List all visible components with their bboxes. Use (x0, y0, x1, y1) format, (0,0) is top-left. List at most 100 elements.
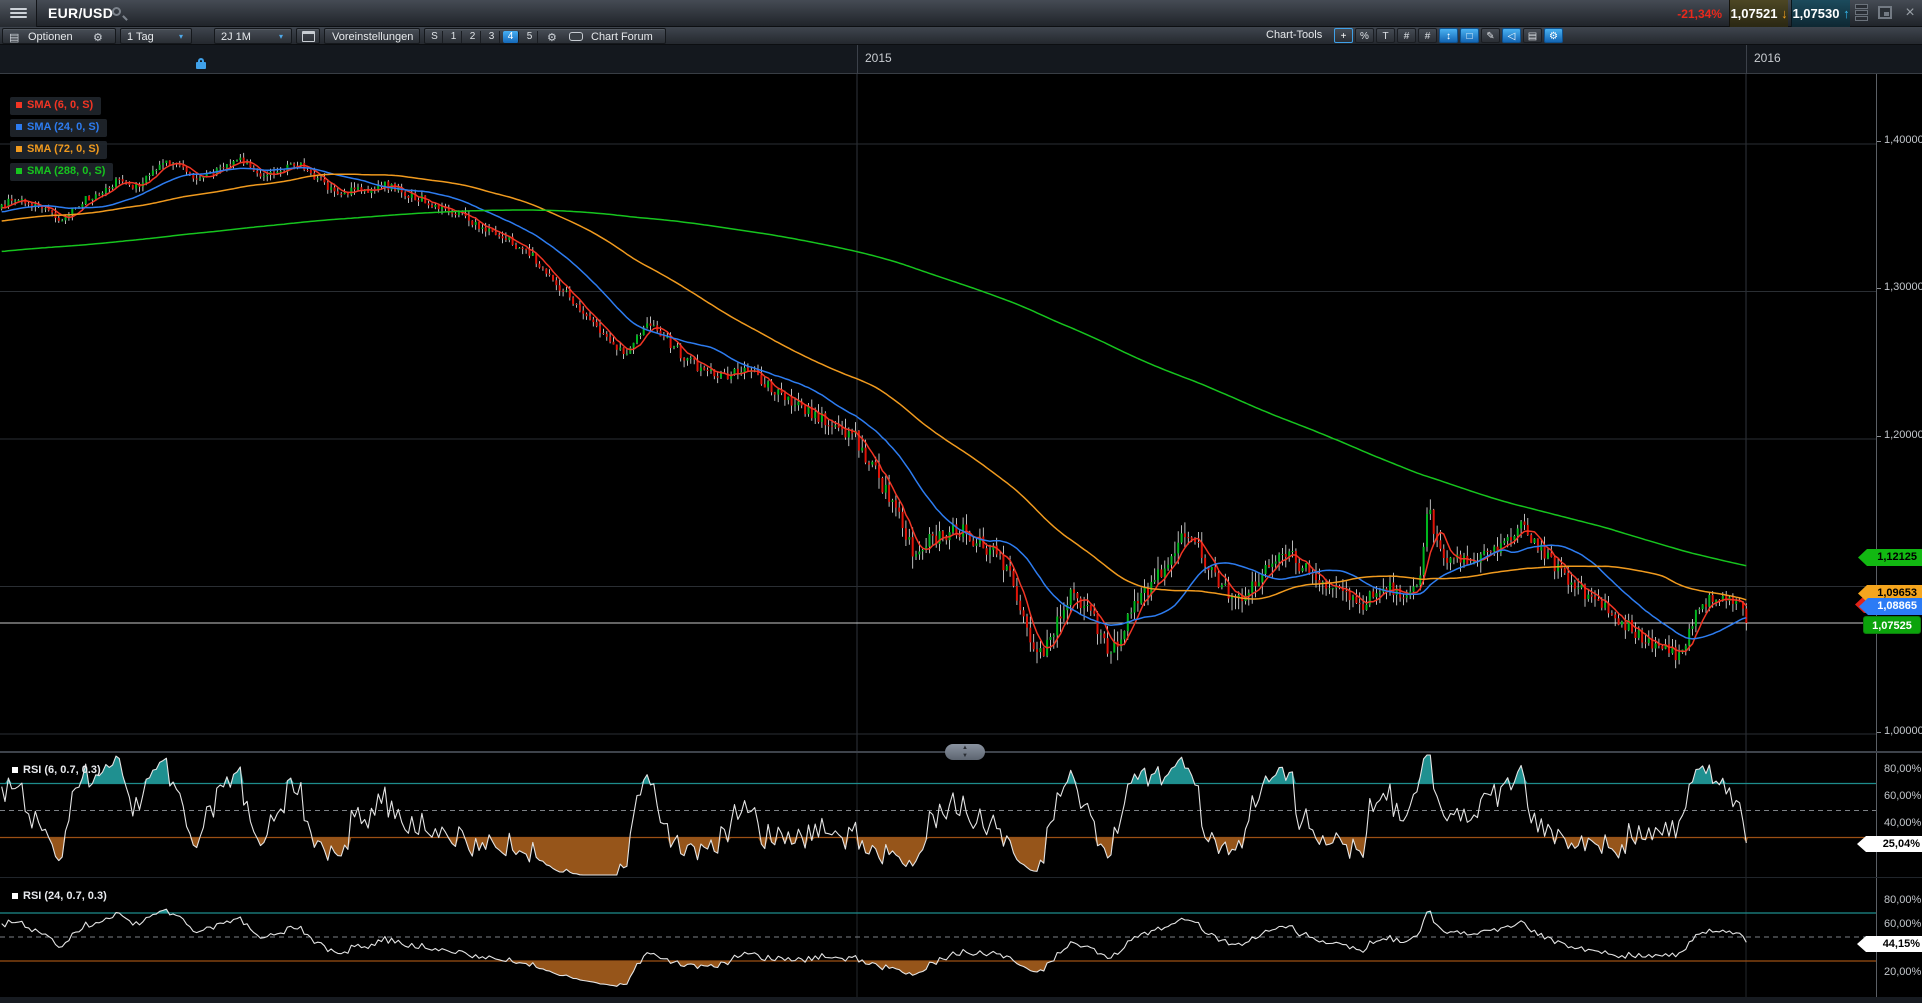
grid-edit-icon[interactable]: # (1418, 28, 1437, 43)
range-value: 2J 1M (221, 31, 251, 43)
legend-sma72[interactable]: SMA (72, 0, S) (10, 141, 107, 159)
gear-icon[interactable]: ⚙ (547, 31, 557, 44)
chart-tools-label: Chart-Tools (1266, 29, 1322, 41)
presets-button[interactable]: Voreinstellungen (324, 28, 420, 44)
rsi2-tick-80: 80,00% (1884, 894, 1921, 906)
buy-price: 1,07530 (1792, 6, 1839, 21)
sma288-swatch (16, 168, 22, 174)
layout-group: S 1 2 3 4 5 ⚙ Chart Forum (424, 28, 666, 44)
panel-list-icon[interactable]: ▤ (9, 31, 19, 44)
year-label-2015: 2015 (865, 51, 892, 65)
change-percent: -21,34% (1656, 7, 1722, 21)
price-label-130: 1,30000 (1884, 281, 1922, 293)
year-gridline (1746, 45, 1747, 74)
window-list-icon[interactable] (1855, 4, 1868, 23)
bottom-edge (0, 997, 1922, 1003)
percent-scale-icon[interactable]: % (1355, 28, 1374, 43)
sma24-price-tag: 1,08865 (1859, 598, 1922, 615)
hamburger-menu-button[interactable] (0, 0, 37, 27)
rsi2-tick-20: 20,00% (1884, 966, 1921, 978)
axis-tick (1877, 141, 1881, 142)
rsi1-swatch (12, 767, 18, 773)
year-gridline (857, 45, 858, 74)
price-label-100: 1,00000 (1884, 725, 1922, 737)
grid-icon[interactable]: # (1397, 28, 1416, 43)
buy-price-button[interactable]: 1,07530 ↑ (1791, 0, 1850, 27)
layout-1-button[interactable]: 1 (446, 31, 462, 43)
legend-sma6[interactable]: SMA (6, 0, S) (10, 97, 101, 115)
instrument-title: EUR/USD (48, 5, 113, 21)
close-button[interactable]: × (1901, 2, 1919, 24)
print-icon[interactable]: ▤ (1523, 28, 1542, 43)
rsi1-tick-40: 40,00% (1884, 817, 1921, 829)
rsi2-value-tag: 44,15% (1857, 936, 1922, 952)
chevron-down-icon: ▾ (179, 32, 183, 41)
candlestick-chart[interactable] (0, 74, 1922, 752)
rsi-6-panel[interactable] (0, 752, 1922, 878)
chevron-down-icon: ▾ (279, 32, 283, 41)
period-value: 1 Tag (127, 31, 154, 43)
axis-tick (1877, 288, 1881, 289)
draw-edit-icon[interactable]: ✎ (1481, 28, 1500, 43)
panel-resize-handle[interactable]: ▲▼ (945, 744, 985, 760)
period-dropdown[interactable]: 1 Tag ▾ (120, 28, 192, 44)
hamburger-icon (10, 12, 27, 14)
buy-arrow-icon: ↑ (1843, 6, 1850, 21)
presets-label: Voreinstellungen (332, 31, 413, 43)
layout-5-button[interactable]: 5 (522, 31, 538, 43)
sell-arrow-icon: ↓ (1781, 6, 1788, 21)
rsi-24-panel[interactable] (0, 878, 1922, 1003)
year-label-2016: 2016 (1754, 51, 1781, 65)
text-tool-icon[interactable]: T (1376, 28, 1395, 43)
rsi2-chart-svg (0, 878, 1922, 1003)
sma24-swatch (16, 124, 22, 130)
axis-tick (1877, 732, 1881, 733)
legend-sma24[interactable]: SMA (24, 0, S) (10, 119, 107, 137)
time-axis-strip: 2015 2016 (0, 45, 1922, 74)
settings-icon[interactable]: ⚙ (1544, 28, 1563, 43)
rsi-panel-separator (0, 877, 1922, 878)
range-dropdown[interactable]: 2J 1M ▾ (214, 28, 292, 44)
windows-icon[interactable]: □ (1460, 28, 1479, 43)
rsi1-chart-svg (0, 752, 1922, 878)
rsi1-tick-60: 60,00% (1884, 790, 1921, 802)
hamburger-icon (10, 16, 27, 18)
rsi1-tick-80: 80,00% (1884, 763, 1921, 775)
sell-price-button[interactable]: 1,07521 ↓ (1729, 0, 1788, 27)
legend-sma288[interactable]: SMA (288, 0, S) (10, 163, 113, 181)
layout-2-button[interactable]: 2 (465, 31, 481, 43)
crosshair-icon[interactable]: + (1334, 28, 1353, 43)
rsi1-label[interactable]: RSI (6, 0.7, 0.3) (12, 764, 101, 776)
options-button[interactable]: Optionen (28, 31, 73, 43)
price-label-120: 1,20000 (1884, 429, 1922, 441)
sell-price: 1,07521 (1730, 6, 1777, 21)
price-axis[interactable]: 1,40000 1,30000 1,20000 1,00000 1,12125 … (1876, 74, 1922, 1003)
options-group: ▤ Optionen ⚙ (2, 28, 116, 44)
title-bar: EUR/USD -21,34% 1,07521 ↓ 1,07530 ↑ × (0, 0, 1922, 27)
chart-forum-button[interactable]: Chart Forum (591, 31, 653, 43)
restore-window-button[interactable] (1878, 6, 1892, 19)
rsi1-value-tag: 25,04% (1857, 836, 1922, 852)
main-chart-svg (0, 74, 1922, 752)
pointer-mode-icon[interactable]: ↕ (1439, 28, 1458, 43)
sma6-swatch (16, 102, 22, 108)
layout-3-button[interactable]: 3 (484, 31, 500, 43)
sma288-price-tag: 1,12125 (1858, 549, 1922, 566)
gear-icon[interactable]: ⚙ (93, 31, 103, 44)
calendar-button[interactable] (296, 28, 320, 44)
calendar-icon (302, 31, 315, 42)
rsi2-label[interactable]: RSI (24, 0.7, 0.3) (12, 890, 107, 902)
layout-save-button[interactable]: S (427, 31, 443, 43)
search-icon (122, 15, 128, 21)
rsi2-swatch (12, 893, 18, 899)
chart-toolbar: ▤ Optionen ⚙ 1 Tag ▾ 2J 1M ▾ Voreinstell… (0, 27, 1922, 45)
layout-4-button[interactable]: 4 (503, 31, 519, 43)
axis-tick (1877, 436, 1881, 437)
chat-bubble-icon[interactable] (569, 32, 583, 41)
search-icon[interactable] (112, 7, 121, 16)
eraser-icon[interactable]: ◁ (1502, 28, 1521, 43)
price-label-140: 1,40000 (1884, 134, 1922, 146)
rsi2-tick-60: 60,00% (1884, 918, 1921, 930)
sma72-swatch (16, 146, 22, 152)
hamburger-icon (10, 8, 27, 10)
